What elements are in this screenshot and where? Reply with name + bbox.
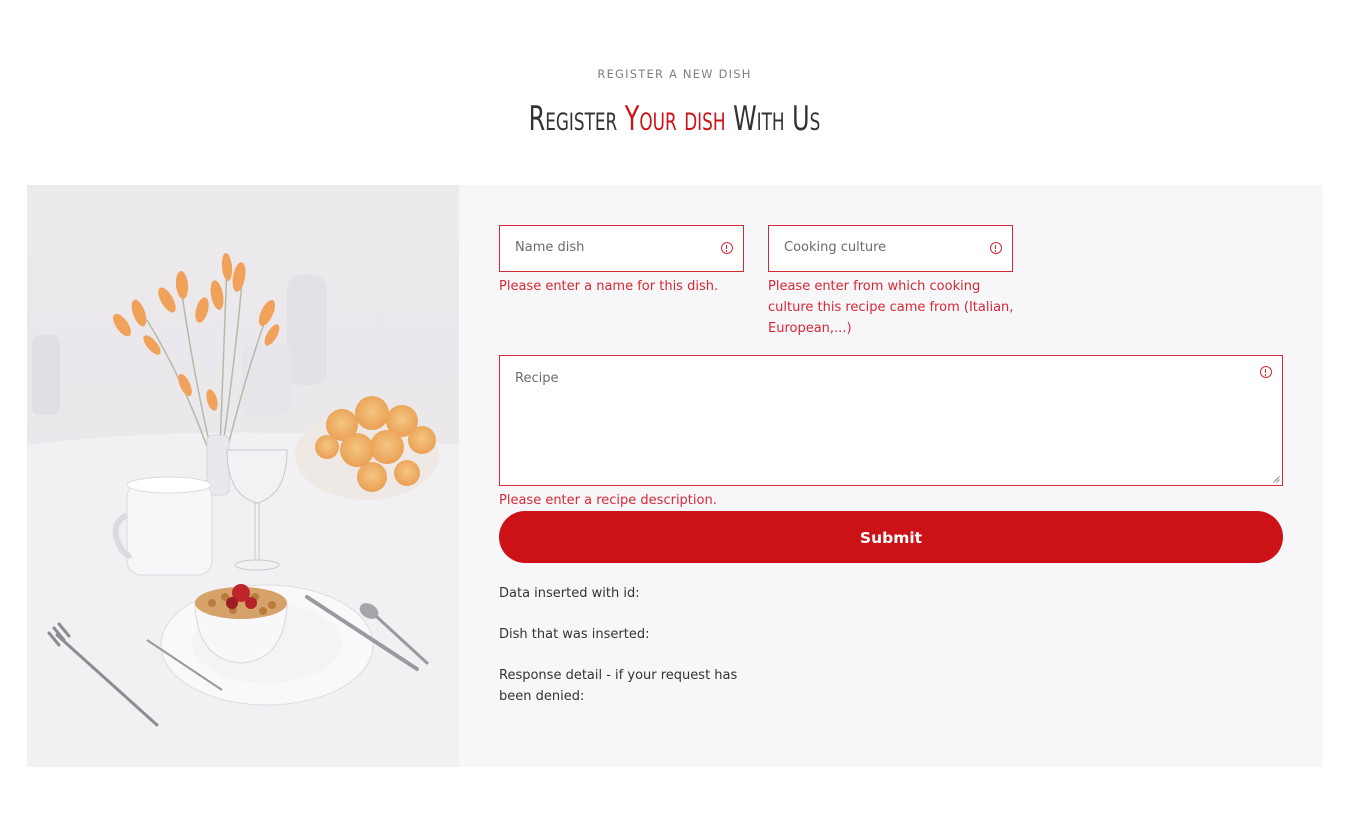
response-detail-line: been denied: [499,689,585,704]
cooking-culture-error-line: European,...) [768,321,852,336]
section-eyebrow: REGISTER A NEW DISH [597,67,752,81]
cooking-culture-input[interactable]: Cooking culture [768,225,1013,272]
recipe-error: Please enter a recipe description. [499,493,717,508]
cooking-culture-placeholder: Cooking culture [784,240,887,255]
name-dish-error: Please enter a name for this dish. [499,279,719,294]
error-icon [1260,366,1272,378]
dish-inserted-label: Dish that was inserted: [499,627,650,642]
title-prefix: Register [528,99,625,139]
register-dish-page: REGISTER A NEW DISH Register Your dish W… [0,0,1367,813]
inserted-id-label: Data inserted with id: [499,586,640,601]
title-suffix: With Us [725,99,821,139]
submit-button[interactable]: Submit [499,511,1283,563]
cooking-culture-error-line: culture this recipe came from (Italian, [768,300,1014,315]
recipe-textarea[interactable]: Recipe [499,355,1283,486]
response-detail-label: Response detail - if your request has be… [499,665,759,707]
page-title: Register Your dish With Us [148,93,1200,145]
cooking-culture-error: Please enter from which cooking culture … [768,276,1028,339]
cooking-culture-error-line: Please enter from which cooking [768,279,981,294]
title-accent: Your dish [624,99,726,139]
error-icon [721,242,733,254]
resize-handle-icon[interactable] [1273,476,1280,483]
name-dish-placeholder: Name dish [515,240,585,255]
table-setting-photo [27,185,459,767]
table-setting-illustration [27,185,459,767]
name-dish-input[interactable]: Name dish [499,225,744,272]
error-icon [990,242,1002,254]
recipe-placeholder: Recipe [515,371,559,386]
response-detail-line: Response detail - if your request has [499,668,738,683]
